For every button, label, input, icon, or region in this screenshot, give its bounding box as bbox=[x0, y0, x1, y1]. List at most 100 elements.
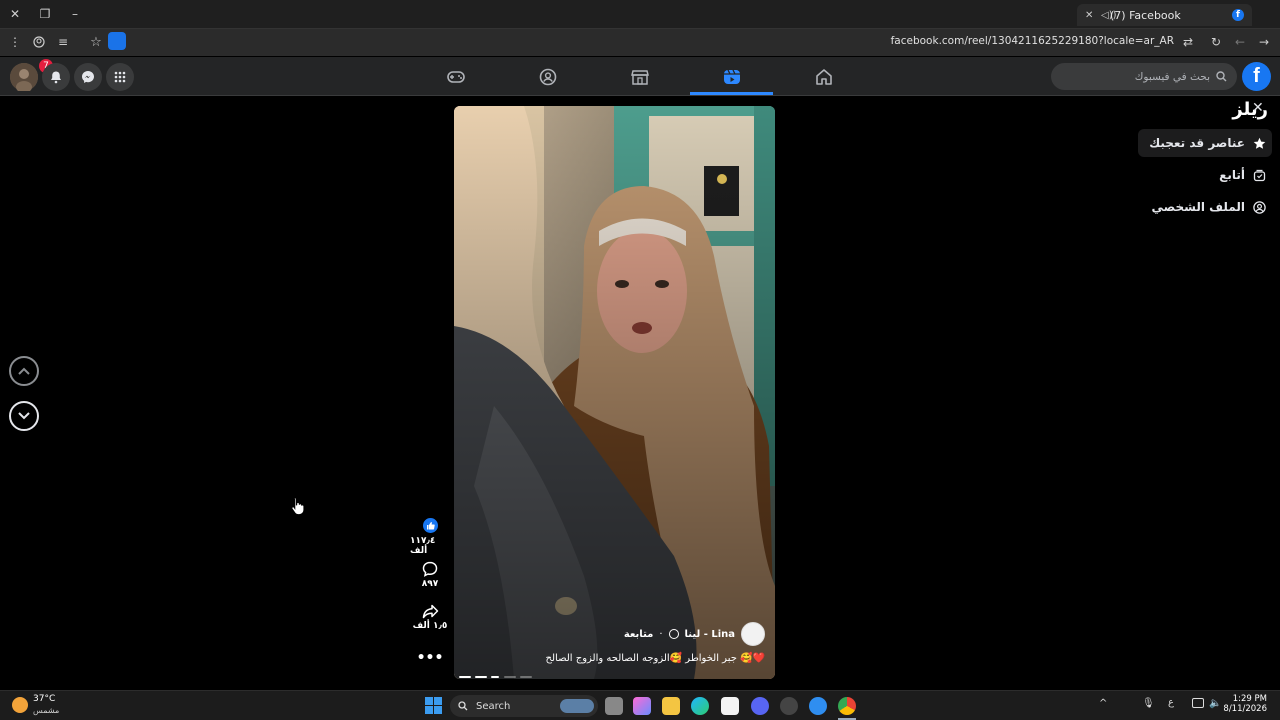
facebook-favicon-icon: f bbox=[1232, 9, 1244, 21]
edge-icon[interactable] bbox=[691, 697, 709, 715]
facebook-logo-icon[interactable]: f bbox=[1242, 62, 1271, 91]
microphone-icon[interactable]: 🎙 bbox=[1142, 698, 1155, 709]
file-explorer-icon[interactable] bbox=[662, 697, 680, 715]
comment-icon bbox=[422, 561, 438, 577]
chevron-up-icon bbox=[18, 367, 30, 375]
share-button[interactable]: ١٫٥ ألف bbox=[410, 604, 450, 631]
like-thumb-icon bbox=[422, 518, 438, 533]
restore-window-icon[interactable]: ❐ bbox=[34, 3, 56, 25]
tab-title: (7) Facebook bbox=[1110, 8, 1181, 22]
search-placeholder: بحث في فيسبوك bbox=[1134, 70, 1210, 83]
sidebar-item-for-you[interactable]: عناصر قد تعجبك bbox=[1138, 129, 1272, 157]
clock-time: 1:29 PM bbox=[1232, 694, 1267, 704]
extension-icon[interactable] bbox=[108, 32, 126, 50]
reading-list-icon[interactable]: ≡ bbox=[52, 31, 74, 53]
nav-reels[interactable] bbox=[720, 65, 744, 89]
reel-author-row: متابعة · لينا - Lina bbox=[624, 622, 765, 646]
notifications-button[interactable] bbox=[42, 63, 70, 91]
task-view-icon[interactable] bbox=[605, 697, 623, 715]
taskbar-search-label: Search bbox=[476, 700, 511, 712]
browser-tab[interactable]: ✕ ◁)) (7) Facebook f bbox=[1077, 4, 1252, 26]
gaming-icon bbox=[447, 71, 465, 83]
menu-dots-icon[interactable]: ⋮ bbox=[4, 31, 26, 53]
taskbar-search-box[interactable]: Search bbox=[450, 695, 598, 717]
previous-reel-button[interactable] bbox=[9, 356, 39, 386]
reel-video[interactable]: متابعة · لينا - Lina جبر الخواطر 🥰الزوجه… bbox=[454, 106, 775, 679]
windows-start-icon[interactable] bbox=[425, 697, 442, 714]
bookmark-star-icon[interactable]: ☆ bbox=[85, 31, 107, 53]
comment-button[interactable]: ٨٩٧ bbox=[410, 561, 450, 589]
groups-icon bbox=[539, 68, 557, 86]
search-highlight-icon bbox=[560, 699, 594, 713]
weather-sun-icon bbox=[12, 697, 28, 713]
tab-close-icon[interactable]: ✕ bbox=[1085, 10, 1093, 21]
back-icon[interactable]: ← bbox=[1229, 31, 1251, 53]
sidebar-item-following[interactable]: أتابع bbox=[1219, 161, 1272, 189]
globe-icon bbox=[668, 629, 679, 639]
forward-icon[interactable]: → bbox=[1253, 31, 1275, 53]
messenger-button[interactable] bbox=[74, 63, 102, 91]
app-blue-icon[interactable] bbox=[809, 697, 827, 715]
author-name[interactable]: لينا - Lina bbox=[685, 629, 735, 640]
site-settings-icon[interactable]: ⇄ bbox=[1177, 31, 1199, 53]
chrome-icon[interactable] bbox=[838, 697, 856, 715]
account-avatar[interactable] bbox=[10, 63, 38, 91]
language-indicator[interactable]: ع bbox=[1168, 697, 1174, 708]
nav-marketplace[interactable] bbox=[628, 65, 652, 89]
search-input[interactable]: بحث في فيسبوك bbox=[1051, 63, 1237, 90]
close-window-icon[interactable]: ✕ bbox=[4, 3, 26, 25]
like-button[interactable]: ١١٧٫٤ ألف bbox=[410, 518, 450, 556]
author-avatar[interactable] bbox=[741, 622, 765, 646]
reels-icon bbox=[724, 69, 740, 84]
windows-taskbar: 37°C مشمس Search ^ 🎙 ع 🔈 1:29 PM 8/11/20… bbox=[0, 690, 1280, 720]
sidebar-item-label: أتابع bbox=[1219, 168, 1245, 182]
separator-dot: · bbox=[659, 628, 663, 640]
reload-icon[interactable]: ↻ bbox=[1205, 31, 1227, 53]
share-icon bbox=[422, 604, 438, 619]
nav-groups[interactable] bbox=[536, 65, 560, 89]
next-reel-button[interactable] bbox=[9, 401, 39, 431]
comment-count: ٨٩٧ bbox=[421, 579, 439, 589]
bell-icon bbox=[51, 71, 61, 84]
hand-cursor-icon bbox=[291, 497, 305, 515]
star-icon bbox=[1253, 137, 1266, 149]
home-icon bbox=[816, 69, 832, 85]
close-icon[interactable]: ✕ bbox=[1252, 101, 1266, 115]
store-icon[interactable] bbox=[721, 697, 739, 715]
marketplace-icon bbox=[631, 70, 649, 85]
more-options-icon[interactable]: ••• bbox=[410, 650, 450, 666]
active-nav-indicator bbox=[690, 92, 773, 95]
game-app-icon[interactable] bbox=[780, 697, 798, 715]
profile-icon bbox=[1253, 200, 1266, 214]
browser-tab-bar: ✕ ❐ – + ✕ ◁)) (7) Facebook f bbox=[0, 0, 1280, 28]
sidebar-item-label: الملف الشخصي bbox=[1151, 200, 1245, 214]
chevron-down-icon bbox=[18, 412, 30, 420]
weather-temperature[interactable]: 37°C bbox=[33, 694, 55, 704]
sidebar-item-label: عناصر قد تعجبك bbox=[1149, 136, 1245, 150]
clock[interactable]: 1:29 PM 8/11/2026 bbox=[1223, 694, 1267, 714]
profile-icon[interactable] bbox=[28, 31, 50, 53]
follow-button[interactable]: متابعة bbox=[624, 629, 654, 640]
volume-icon[interactable]: 🔈 bbox=[1209, 698, 1221, 709]
reel-caption: جبر الخواطر 🥰الزوجه الصالحه والزوج الصال… bbox=[545, 653, 765, 664]
search-icon bbox=[1216, 71, 1227, 82]
discord-icon[interactable] bbox=[751, 697, 769, 715]
like-count: ١١٧٫٤ ألف bbox=[410, 536, 436, 556]
tray-overflow-icon[interactable]: ^ bbox=[1099, 698, 1107, 709]
nav-home[interactable] bbox=[812, 65, 836, 89]
browser-address-bar: ⋮ ≡ ☆ facebook.com/reel/1304211625229180… bbox=[0, 28, 1280, 56]
following-icon bbox=[1253, 169, 1266, 181]
grid-icon bbox=[114, 71, 126, 83]
menu-grid-button[interactable] bbox=[106, 63, 134, 91]
clock-date: 8/11/2026 bbox=[1223, 704, 1267, 714]
minimize-window-icon[interactable]: – bbox=[64, 3, 86, 25]
url-text[interactable]: facebook.com/reel/1304211625229180?local… bbox=[891, 35, 1174, 47]
search-icon bbox=[458, 701, 468, 711]
nav-gaming[interactable] bbox=[444, 65, 468, 89]
weather-label: مشمس bbox=[33, 706, 60, 715]
share-count: ١٫٥ ألف bbox=[412, 621, 448, 631]
messenger-icon bbox=[82, 71, 94, 83]
copilot-icon[interactable] bbox=[633, 697, 651, 715]
sidebar-item-profile[interactable]: الملف الشخصي bbox=[1152, 193, 1272, 221]
network-icon[interactable] bbox=[1192, 698, 1204, 708]
